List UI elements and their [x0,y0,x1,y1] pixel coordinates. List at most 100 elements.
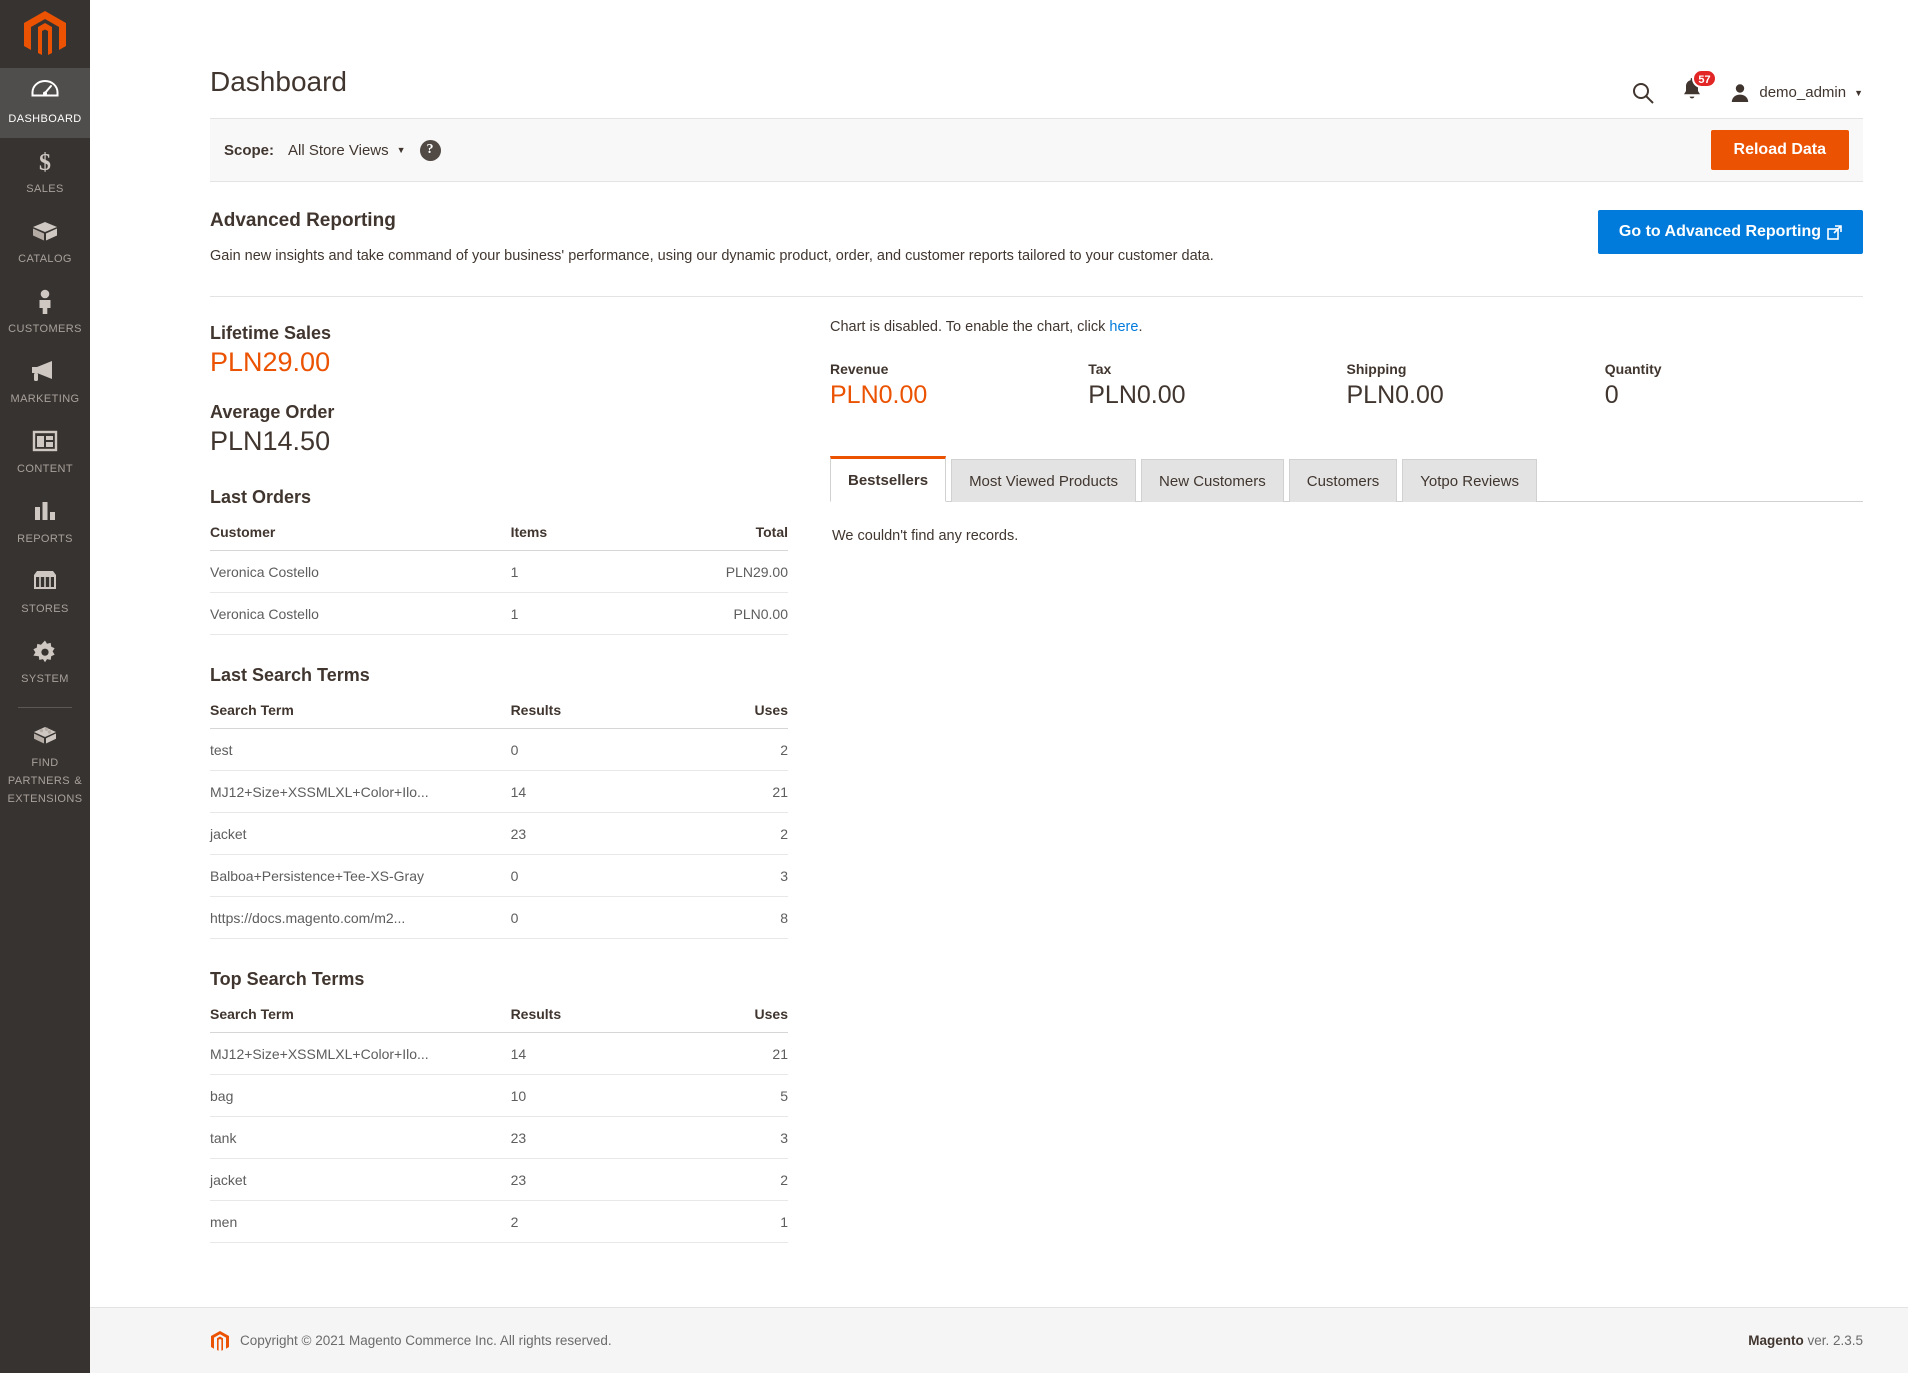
total-label: Shipping [1346,361,1407,378]
user-avatar-icon [1732,83,1749,102]
sidebar-item-customers[interactable]: CUSTOMERS [0,278,90,348]
magento-logo[interactable] [0,0,90,68]
notifications-count-badge: 57 [1692,69,1717,88]
tab-bestsellers[interactable]: Bestsellers [830,456,947,503]
total-label: Revenue [830,361,889,378]
total-shipping: Shipping PLN0.00 [1347,361,1605,410]
table-row[interactable]: bag 10 5 [210,1074,788,1118]
cell-search-term: MJ12+Size+XSSMLXL+Color+Ilo... [210,1032,511,1076]
reload-data-button[interactable]: Reload Data [1710,130,1849,170]
footer-brand: Magento [1748,1333,1804,1348]
main-content: Dashboard 57 demo_admin ▼ Scope: All Sto… [90,0,1908,1373]
chevron-down-icon: ▼ [396,145,406,155]
total-label: Tax [1088,361,1112,378]
total-value: PLN0.00 [1088,381,1186,410]
cell-results: 14 [510,1032,661,1076]
table-row[interactable]: Balboa+Persistence+Tee-XS-Gray 0 3 [210,854,788,898]
column-header-customer: Customer [210,518,511,552]
sidebar-item-catalog[interactable]: CATALOG [0,208,90,278]
page-title: Dashboard [210,66,347,97]
table-row[interactable]: Veronica Costello 1 PLN0.00 [210,592,788,636]
sidebar-item-marketing[interactable]: MARKETING [0,348,90,418]
table-row[interactable]: men 2 1 [210,1200,788,1244]
sidebar-item-content[interactable]: CONTENT [0,418,90,488]
tab-new-customers[interactable]: New Customers [1141,459,1284,503]
svg-text:$: $ [39,150,51,175]
column-header-search-term: Search Term [210,1000,511,1034]
external-link-icon [1827,224,1842,240]
tab-most-viewed-products[interactable]: Most Viewed Products [951,459,1137,503]
chevron-down-icon: ▼ [1854,87,1863,98]
average-order-label: Average Order [210,402,335,423]
last-orders-table: Customer Items Total Veronica Costello 1… [210,518,788,636]
help-icon[interactable]: ? [419,139,441,161]
cell-items: 1 [510,550,661,594]
main-sidebar: DASHBOARD $ SALES CATALOG CUSTOMERS MARK… [0,0,90,1373]
column-header-results: Results [510,696,661,730]
cell-uses: 21 [660,770,788,814]
column-header-results: Results [510,1000,661,1034]
cell-search-term: test [210,728,511,772]
dashboard-right-column: Chart is disabled. To enable the chart, … [830,297,1863,544]
table-row[interactable]: Veronica Costello 1 PLN29.00 [210,550,788,594]
cell-total: PLN29.00 [660,550,788,594]
cell-search-term: men [210,1200,511,1244]
last-orders-title: Last Orders [210,487,312,508]
table-header-row: Search Term Results Uses [210,696,788,730]
cell-search-term: jacket [210,1158,511,1202]
bar-chart-icon [2,499,88,525]
total-label: Quantity [1604,361,1662,378]
scope-select[interactable]: All Store Views ▼ [288,142,406,159]
footer-version: Magento ver. 2.3.5 [1748,1333,1863,1348]
sidebar-item-sales[interactable]: $ SALES [0,138,90,208]
table-row[interactable]: MJ12+Size+XSSMLXL+Color+Ilo... 14 21 [210,770,788,814]
enable-chart-link[interactable]: here [1109,319,1138,335]
tab-yotpo-reviews[interactable]: Yotpo Reviews [1402,459,1537,503]
cell-uses: 2 [660,1158,788,1202]
magento-logo-icon [24,11,66,55]
user-menu[interactable]: demo_admin ▼ [1729,82,1863,104]
chart-notice-prefix: Chart is disabled. To enable the chart, … [830,319,1110,336]
footer-copyright: Copyright © 2021 Magento Commerce Inc. A… [240,1333,612,1348]
total-value: PLN0.00 [830,381,928,410]
cell-results: 10 [510,1074,661,1118]
sidebar-item-label: CUSTOMERS [8,323,82,335]
cell-results: 23 [510,812,661,856]
table-row[interactable]: https://docs.magento.com/m2... 0 8 [210,896,788,940]
notifications-bell[interactable]: 57 [1681,69,1717,107]
sidebar-item-find-partners[interactable]: FIND PARTNERS & EXTENSIONS [0,712,90,818]
sidebar-item-reports[interactable]: REPORTS [0,488,90,558]
cell-search-term: jacket [210,812,511,856]
cell-uses: 21 [660,1032,788,1076]
totals-row: Revenue PLN0.00 Tax PLN0.00 Shipping PLN… [830,361,1863,410]
cell-search-term: Balboa+Persistence+Tee-XS-Gray [210,854,511,898]
gear-icon [2,639,88,665]
go-to-advanced-reporting-button[interactable]: Go to Advanced Reporting [1597,210,1863,254]
table-row[interactable]: jacket 23 2 [210,1158,788,1202]
box-icon [2,219,88,245]
tab-panel-empty-message: We couldn't find any records. [832,528,1019,545]
sidebar-item-label-line1: FIND PARTNERS [7,757,70,787]
table-row[interactable]: MJ12+Size+XSSMLXL+Color+Ilo... 14 21 [210,1032,788,1076]
table-row[interactable]: jacket 23 2 [210,812,788,856]
table-row[interactable]: tank 23 3 [210,1116,788,1160]
table-header-row: Search Term Results Uses [210,1000,788,1034]
dashboard-tabs: Bestsellers Most Viewed Products New Cus… [830,456,1863,503]
chart-disabled-notice: Chart is disabled. To enable the chart, … [830,319,1863,335]
sidebar-item-system[interactable]: SYSTEM [0,628,90,698]
advanced-reporting-description: Gain new insights and take command of yo… [210,248,1214,264]
search-icon[interactable] [1631,81,1655,105]
advanced-reporting-text: Advanced Reporting Gain new insights and… [210,210,1214,266]
go-to-advanced-reporting-label: Go to Advanced Reporting [1618,223,1821,240]
sidebar-item-stores[interactable]: STORES [0,558,90,628]
layout-icon [2,429,88,455]
table-row[interactable]: test 0 2 [210,728,788,772]
tab-customers[interactable]: Customers [1288,459,1398,503]
cell-results: 2 [510,1200,661,1244]
table-header-row: Customer Items Total [210,518,788,552]
storefront-icon [2,569,88,595]
total-value: PLN0.00 [1346,381,1444,410]
average-order-value: PLN14.50 [210,426,331,457]
cell-search-term: MJ12+Size+XSSMLXL+Color+Ilo... [210,770,511,814]
sidebar-item-dashboard[interactable]: DASHBOARD [0,68,90,138]
